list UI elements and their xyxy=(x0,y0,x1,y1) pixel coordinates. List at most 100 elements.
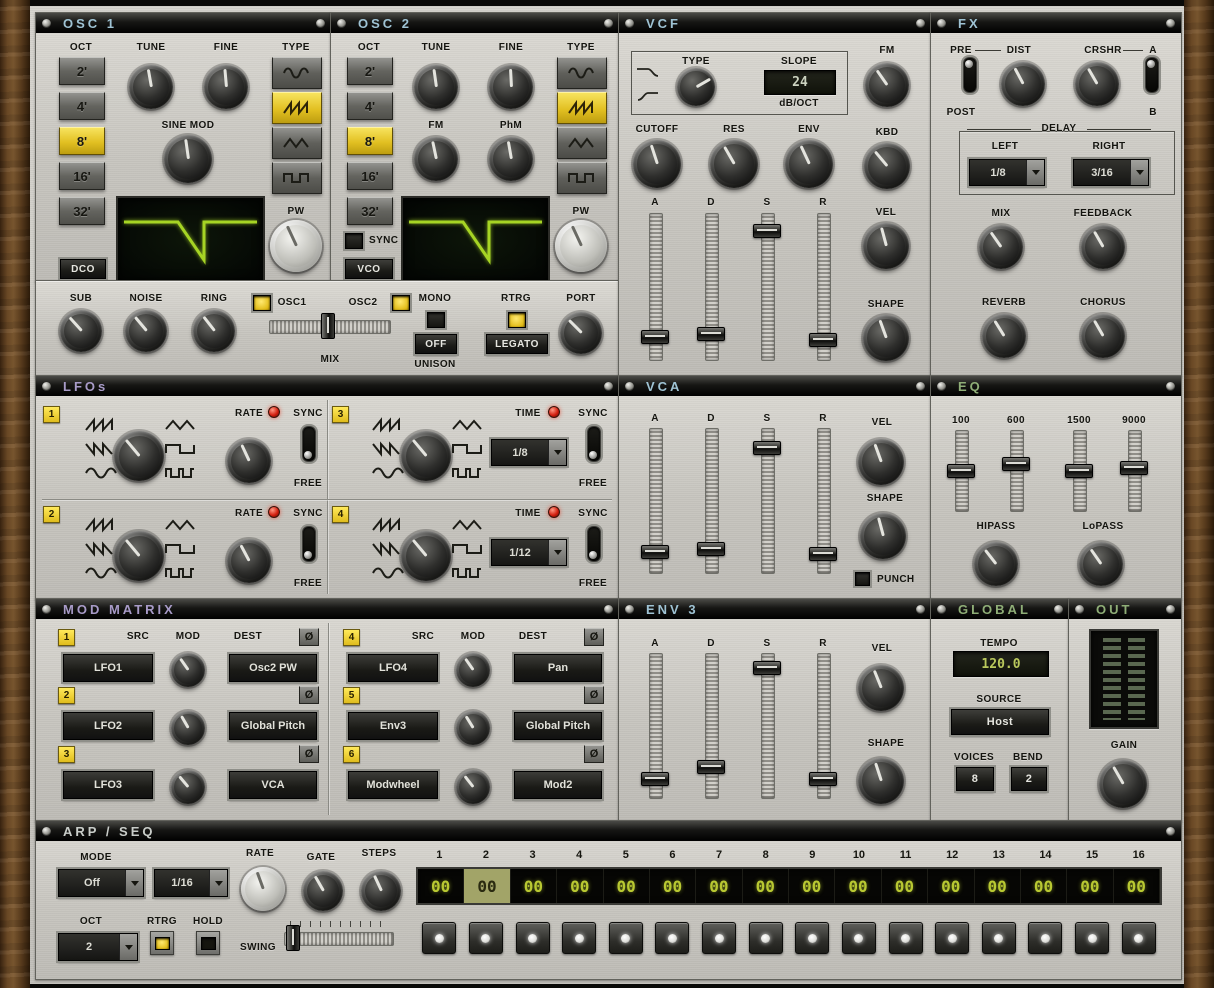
arp-step-button[interactable] xyxy=(562,922,596,954)
arp-step-value[interactable]: 00 xyxy=(975,869,1021,903)
eq-9000-slider[interactable] xyxy=(1121,430,1147,512)
arp-step-button[interactable] xyxy=(516,922,550,954)
crshr-a-b-toggle[interactable] xyxy=(1145,57,1159,93)
slider-handle[interactable] xyxy=(1065,464,1093,478)
osc1-pw-knob[interactable] xyxy=(270,220,322,272)
voices-button[interactable]: 8 xyxy=(956,767,994,791)
vcf-vel-knob[interactable] xyxy=(863,223,909,269)
slider-handle[interactable] xyxy=(1120,461,1148,475)
arp-hold-button[interactable] xyxy=(196,931,220,955)
vcf-decay-slider[interactable] xyxy=(698,213,724,361)
osc2-oct-32-button[interactable]: 32' xyxy=(347,197,393,225)
gain-knob[interactable] xyxy=(1099,760,1147,808)
arp-step-value[interactable]: 00 xyxy=(743,869,789,903)
vca-sustain-slider[interactable] xyxy=(754,428,780,574)
osc2-oct-16-button[interactable]: 16' xyxy=(347,162,393,190)
pre-post-toggle[interactable] xyxy=(963,57,977,93)
osc2-oct-4-button[interactable]: 4' xyxy=(347,92,393,120)
arp-step-value[interactable]: 00 xyxy=(650,869,696,903)
vcf-fm-knob[interactable] xyxy=(865,63,909,107)
noise-knob[interactable] xyxy=(125,310,167,352)
lfo3-time-dropdown[interactable]: 1/8 xyxy=(491,439,567,466)
vcf-shape-knob[interactable] xyxy=(863,315,909,361)
arp-step-button[interactable] xyxy=(1075,922,1109,954)
slider-handle[interactable] xyxy=(947,464,975,478)
sub-knob[interactable] xyxy=(60,310,102,352)
slider-handle[interactable] xyxy=(641,545,669,559)
osc2-wave-triangle-button[interactable] xyxy=(557,127,607,159)
delay-mix-knob[interactable] xyxy=(979,225,1023,269)
arp-step-button[interactable] xyxy=(889,922,923,954)
slot3-source-button[interactable]: LFO3 xyxy=(63,771,153,799)
slot1-source-button[interactable]: LFO1 xyxy=(63,654,153,682)
env3-sustain-slider[interactable] xyxy=(754,653,780,799)
dropdown-arrow-icon[interactable] xyxy=(119,934,137,960)
osc1-oct-16-button[interactable]: 16' xyxy=(59,162,105,190)
slider-handle[interactable] xyxy=(286,925,300,951)
lfo2-sync-free-toggle[interactable] xyxy=(302,526,316,562)
vcf-release-slider[interactable] xyxy=(810,213,836,361)
port-knob[interactable] xyxy=(560,312,602,354)
vca-vel-knob[interactable] xyxy=(858,439,904,485)
eq-600-slider[interactable] xyxy=(1003,430,1029,512)
kbd-knob[interactable] xyxy=(864,143,910,189)
lfo1-rate-knob[interactable] xyxy=(227,439,271,483)
lfo1-sync-free-toggle[interactable] xyxy=(302,426,316,462)
osc2-oct-2-button[interactable]: 2' xyxy=(347,57,393,85)
osc-mix-slider[interactable] xyxy=(269,317,391,335)
slider-handle[interactable] xyxy=(809,547,837,561)
slider-handle[interactable] xyxy=(641,772,669,786)
arp-step-value[interactable]: 00 xyxy=(604,869,650,903)
osc2-fm-knob[interactable] xyxy=(414,137,458,181)
lfo3-wave-knob[interactable] xyxy=(401,431,451,481)
slot4-phase-button[interactable]: Ø xyxy=(584,628,604,646)
slot3-amount-knob[interactable] xyxy=(171,770,205,804)
eq-1500-slider[interactable] xyxy=(1066,430,1092,512)
osc2-wave-saw-button[interactable] xyxy=(557,92,607,124)
slot6-dest-button[interactable]: Mod2 xyxy=(514,771,602,799)
arp-step-button[interactable] xyxy=(749,922,783,954)
osc1-wave-saw-button[interactable] xyxy=(272,92,322,124)
slot6-phase-button[interactable]: Ø xyxy=(584,745,604,763)
arp-step-button[interactable] xyxy=(422,922,456,954)
steps-knob[interactable] xyxy=(361,871,401,911)
delay-left-dropdown[interactable]: 1/8 xyxy=(969,159,1045,186)
lfo3-time-value[interactable]: 1/8 xyxy=(492,440,548,465)
ring-knob[interactable] xyxy=(193,310,235,352)
arp-step-button[interactable] xyxy=(702,922,736,954)
arp-step-value[interactable]: 00 xyxy=(1067,869,1113,903)
osc1-oct-8-button[interactable]: 8' xyxy=(59,127,105,155)
osc1-wave-pulse-button[interactable] xyxy=(272,162,322,194)
osc2-phm-knob[interactable] xyxy=(489,137,533,181)
vcf-sustain-slider[interactable] xyxy=(754,213,780,361)
lfo4-time-dropdown[interactable]: 1/12 xyxy=(491,539,567,566)
env3-vel-knob[interactable] xyxy=(858,665,904,711)
osc2-wave-sine-button[interactable] xyxy=(557,57,607,89)
legato-button[interactable]: LEGATO xyxy=(486,334,548,354)
arp-step-value[interactable]: 00 xyxy=(1114,869,1160,903)
slot6-source-button[interactable]: Modwheel xyxy=(348,771,438,799)
osc1-wave-triangle-button[interactable] xyxy=(272,127,322,159)
slider-handle[interactable] xyxy=(753,224,781,238)
lopass-knob[interactable] xyxy=(1079,542,1123,586)
arp-step-value[interactable]: 00 xyxy=(418,869,464,903)
env3-shape-knob[interactable] xyxy=(858,758,904,804)
bend-button[interactable]: 2 xyxy=(1011,767,1047,791)
osc2-tune-knob[interactable] xyxy=(414,65,458,109)
slot2-dest-button[interactable]: Global Pitch xyxy=(229,712,317,740)
slot3-phase-button[interactable]: Ø xyxy=(299,745,319,763)
arp-step-button[interactable] xyxy=(982,922,1016,954)
arp-step-value[interactable]: 00 xyxy=(1021,869,1067,903)
vca-decay-slider[interactable] xyxy=(698,428,724,574)
slider-handle[interactable] xyxy=(1002,457,1030,471)
osc1-wave-sine-button[interactable] xyxy=(272,57,322,89)
vcf-attack-slider[interactable] xyxy=(642,213,668,361)
filter-type-knob[interactable] xyxy=(677,68,715,106)
slot5-phase-button[interactable]: Ø xyxy=(584,686,604,704)
slot3-dest-button[interactable]: VCA xyxy=(229,771,317,799)
arp-step-button[interactable] xyxy=(795,922,829,954)
env-amount-knob[interactable] xyxy=(785,140,833,188)
slot1-phase-button[interactable]: Ø xyxy=(299,628,319,646)
feedback-knob[interactable] xyxy=(1081,225,1125,269)
rtrg-checkbox[interactable] xyxy=(508,312,526,328)
